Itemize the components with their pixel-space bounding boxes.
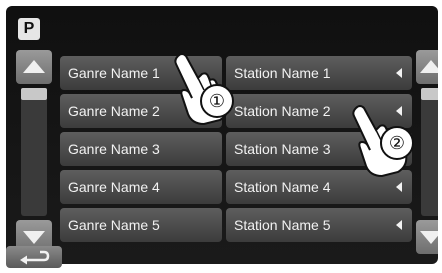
station-label: Station Name 1 (234, 65, 331, 81)
right-scroll-column (416, 50, 438, 254)
scroll-up-button-left[interactable] (16, 50, 52, 84)
station-button[interactable]: Station Name 1 (226, 56, 412, 90)
station-label: Station Name 5 (234, 217, 331, 233)
triangle-down-icon (23, 231, 45, 244)
station-label: Station Name 3 (234, 141, 331, 157)
triangle-down-icon (420, 231, 438, 244)
callout-2: ② (380, 126, 414, 160)
triangle-up-icon (23, 60, 45, 73)
list-row: Ganre Name 1 Station Name 1 (60, 56, 412, 90)
genre-button[interactable]: Ganre Name 5 (60, 208, 222, 242)
scroll-track-right[interactable] (421, 88, 438, 216)
callout-1: ① (200, 84, 234, 118)
station-button[interactable]: Station Name 5 (226, 208, 412, 242)
back-button[interactable] (6, 246, 62, 268)
preset-badge: P (18, 18, 40, 40)
genre-button[interactable]: Ganre Name 3 (60, 132, 222, 166)
triangle-up-icon (420, 60, 438, 73)
scroll-track-left[interactable] (21, 88, 47, 216)
scroll-thumb-left[interactable] (21, 88, 47, 100)
arrow-left-icon (396, 220, 402, 230)
station-label: Station Name 4 (234, 179, 331, 195)
list-row: Ganre Name 5 Station Name 5 (60, 208, 412, 242)
left-scroll-column (16, 50, 52, 254)
return-arrow-icon (20, 250, 50, 265)
scroll-up-button-right[interactable] (416, 50, 438, 84)
genre-button[interactable]: Ganre Name 4 (60, 170, 222, 204)
arrow-left-icon (396, 182, 402, 192)
scroll-down-button-right[interactable] (416, 220, 438, 254)
scroll-thumb-right[interactable] (421, 88, 438, 100)
station-label: Station Name 2 (234, 103, 331, 119)
arrow-left-icon (396, 68, 402, 78)
